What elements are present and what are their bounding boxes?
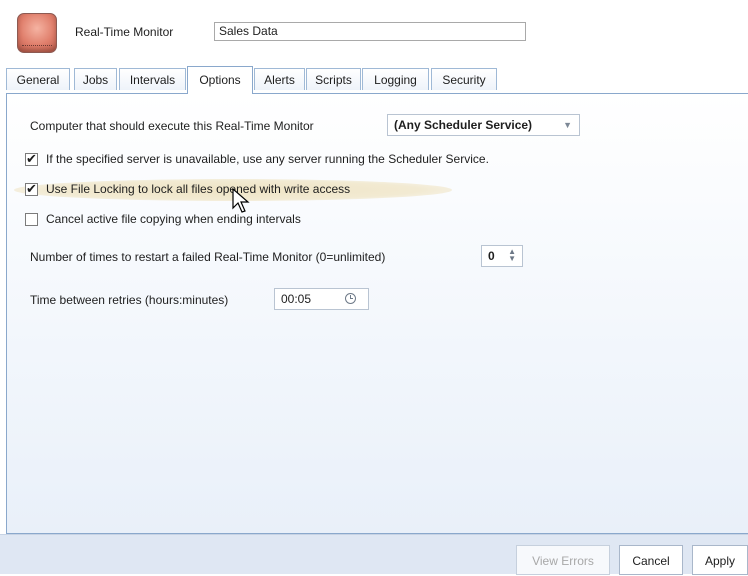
check-icon: ✔ — [26, 181, 37, 196]
mouse-cursor-icon — [232, 188, 250, 213]
monitor-type-label: Real-Time Monitor — [75, 25, 174, 39]
tab-logging[interactable]: Logging — [362, 68, 429, 90]
computer-select-value: (Any Scheduler Service) — [394, 118, 533, 132]
cancel-button[interactable]: Cancel — [619, 545, 683, 575]
file-locking-checkbox[interactable]: ✔ — [25, 181, 38, 196]
monitor-name-input[interactable] — [214, 22, 526, 41]
retry-interval-input[interactable]: 00:05 — [274, 288, 369, 310]
retry-interval-value: 00:05 — [281, 292, 312, 306]
tab-general[interactable]: General — [6, 68, 70, 90]
restart-count-value: 0 — [488, 249, 495, 263]
any-server-checkbox[interactable]: ✔ — [25, 151, 38, 166]
restart-count-stepper[interactable]: 0 ▲ ▼ — [481, 245, 523, 267]
view-errors-button[interactable]: View Errors — [516, 545, 610, 575]
any-server-label: If the specified server is unavailable, … — [46, 152, 489, 166]
cancel-copy-checkbox[interactable] — [25, 213, 38, 226]
check-icon: ✔ — [26, 151, 37, 166]
window-header: Real-Time Monitor — [0, 0, 748, 66]
computer-label: Computer that should execute this Real-T… — [30, 119, 314, 133]
computer-select[interactable]: (Any Scheduler Service) ▼ — [387, 114, 580, 136]
apply-button[interactable]: Apply — [692, 545, 748, 575]
tab-intervals[interactable]: Intervals — [119, 68, 186, 90]
tab-strip: General Jobs Intervals Options Alerts Sc… — [0, 66, 748, 94]
retry-interval-label: Time between retries (hours:minutes) — [30, 293, 229, 307]
tab-jobs[interactable]: Jobs — [74, 68, 117, 90]
tab-options[interactable]: Options — [187, 66, 253, 94]
spin-arrows-icon[interactable]: ▲ ▼ — [508, 248, 516, 263]
tab-security[interactable]: Security — [431, 68, 497, 90]
restart-count-label: Number of times to restart a failed Real… — [30, 250, 386, 264]
tab-scripts[interactable]: Scripts — [306, 68, 361, 90]
dropdown-arrow-icon: ▼ — [563, 120, 572, 130]
clock-icon[interactable] — [345, 293, 356, 304]
cancel-copy-label: Cancel active file copying when ending i… — [46, 212, 301, 226]
tab-alerts[interactable]: Alerts — [254, 68, 305, 90]
monitor-app-icon — [17, 13, 57, 53]
file-locking-label[interactable]: Use File Locking to lock all files opene… — [46, 182, 350, 196]
